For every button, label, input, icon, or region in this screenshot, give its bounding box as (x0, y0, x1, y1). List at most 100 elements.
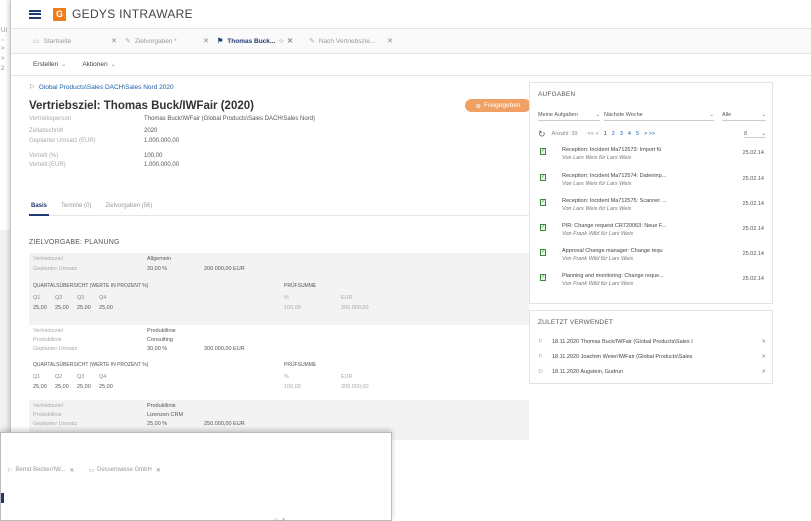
pager-page[interactable]: 5 (636, 131, 639, 137)
task-item[interactable]: ✓ Reception: Incident Ma712574: Dateninp… (538, 171, 766, 193)
page-size-value: 8 (744, 130, 748, 137)
recent-item[interactable]: ⚐ 18.11.2020 Joachim Weier/IWFair (Globa… (538, 350, 766, 364)
flag-icon: ⚐ (538, 354, 543, 360)
task-check-icon: ✓ (540, 224, 546, 231)
close-icon[interactable]: ✕ (761, 369, 766, 375)
block-value: Produktlinie (147, 403, 176, 409)
detail-subtabs: Basis Termine (0) Zielvorgaben (56) (29, 200, 529, 216)
task-period-filter[interactable]: Nächste Woche ⌄ (604, 109, 714, 121)
task-status-filter[interactable]: Alle ⌄ (722, 109, 766, 121)
tab-label: Thomas Buck... (227, 37, 276, 45)
planning-block: Vertriebsziel Produktlinie Produktlinie … (29, 325, 529, 400)
pager-next-button[interactable]: > >> (644, 131, 655, 137)
close-icon[interactable]: ✕ (156, 467, 161, 474)
task-item[interactable]: ✓ Reception: Incident Ma712573: Import f… (538, 145, 766, 167)
block-label: Geplanter Umsatz (33, 266, 78, 272)
release-label: Freigegeben (483, 102, 521, 109)
block-label: Produktlinie (33, 337, 62, 343)
detail-value: 1.000.000,00 (144, 162, 180, 168)
quarter-value: 25,00 (77, 305, 91, 311)
detail-value: 1.000.000,00 (144, 138, 180, 144)
release-status-button[interactable]: ⊕ Freigegeben (465, 99, 531, 112)
pager-prev-button[interactable]: << < (588, 131, 599, 137)
actions-button[interactable]: Aktionen ⌄ (82, 61, 115, 68)
edit-icon: ✎ (125, 38, 131, 45)
bg-fragment: > (1, 46, 5, 52)
task-date: 25.02.14 (742, 201, 764, 207)
chevron-down-icon: ⌄ (595, 111, 600, 118)
sum-value: 200.000,00 (341, 305, 369, 311)
task-subtitle: Von Lars Weis für Lars Weis (562, 206, 632, 212)
close-icon[interactable]: ✕ (111, 37, 117, 45)
star-icon[interactable]: ☆ (278, 37, 284, 45)
close-icon[interactable]: ✕ (203, 37, 209, 45)
recent-text: 18.11.2020 Joachim Weier/IWFair (Global … (552, 354, 693, 360)
block-value: Produktlinie (147, 328, 176, 334)
quarter-value: 25,00 (55, 384, 69, 390)
task-subtitle: Von Frank Wild für Lars Weis (562, 281, 634, 287)
pager-page[interactable]: 1 (604, 131, 607, 137)
task-owner-filter[interactable]: Meine Aufgaben ⌄ (538, 109, 600, 121)
flag-icon: ⚐ (538, 339, 543, 345)
detail-label: Geplanter Umsatz (EUR) (29, 138, 96, 144)
detail-label: Verteilt (%) (29, 153, 59, 159)
overlay-tab-bernd-becker[interactable]: ⚐ Bernd Becker/IW... ✕ (7, 467, 74, 474)
hamburger-menu-icon[interactable] (29, 9, 41, 19)
detail-label: Zeitabschnitt (29, 128, 64, 134)
task-item[interactable]: ✓ Planning and monitoring: Change reque.… (538, 271, 766, 293)
close-icon[interactable]: ✕ (387, 37, 393, 45)
quarter-label: Q4 (99, 374, 107, 380)
bg-fragment: UI (1, 28, 7, 34)
task-date: 25.02.14 (742, 150, 764, 156)
tab-nach-vertriebszie[interactable]: ✎ Nach Vertriebszie... ✕ (309, 31, 401, 51)
create-button[interactable]: Erstellen ⌄ (33, 61, 66, 68)
task-item[interactable]: ✓ PIR: Change request CR720063: Neue F..… (538, 221, 766, 243)
bg-fragment: ₌ (1, 37, 5, 43)
tasks-panel: AUFGABEN Meine Aufgaben ⌄ Nächste Woche … (529, 82, 773, 304)
tab-label: Startseite (43, 37, 72, 45)
task-item[interactable]: ✓ Approval Change manager: Change requ V… (538, 246, 766, 268)
pager-page[interactable]: 3 (620, 131, 623, 137)
subtab-basis[interactable]: Basis (29, 200, 50, 216)
subtab-zielvorgaben[interactable]: Zielvorgaben (56) (103, 200, 154, 216)
task-check-icon: ✓ (540, 174, 546, 181)
close-icon[interactable]: ✕ (761, 339, 766, 345)
recent-item[interactable]: ⚇ 18.11.2020 Augstein, Gudrun ✕ (538, 365, 766, 379)
task-title: PIR: Change request CR720063: Neue F... (562, 223, 667, 229)
logo-icon: G (53, 7, 66, 21)
task-subtitle: Von Lars Weis für Lars Weis (562, 181, 632, 187)
pager-page[interactable]: 2 (612, 131, 615, 137)
tab-label: Nach Vertriebszie... (318, 37, 376, 45)
sum-label: EUR (341, 295, 353, 301)
close-icon[interactable]: ✕ (287, 37, 293, 45)
subtab-termine[interactable]: Termine (0) (59, 200, 93, 216)
quarter-header: QUARTALSÜBERSICHT (WERTE IN PROZENT %) (33, 362, 149, 368)
breadcrumb[interactable]: ⚐ Global Products\Sales DACH\Sales Nord … (29, 83, 174, 92)
sum-label: % (284, 374, 289, 380)
create-label: Erstellen (33, 61, 59, 68)
tab-thomas-buck[interactable]: ⚑ Thomas Buck... ☆ ✕ (217, 31, 309, 51)
page-size-select[interactable]: 8 ⌄ (744, 131, 766, 138)
block-value: Lizenzen CRM (147, 412, 184, 418)
quarter-header: QUARTALSÜBERSICHT (WERTE IN PROZENT %) (33, 283, 149, 289)
document-icon: ▭ (33, 38, 40, 45)
recent-item[interactable]: ⚐ 18.11.2020 Thomas Buck/IWFair (Global … (538, 335, 766, 349)
block-label: Produktlinie (33, 412, 62, 418)
task-check-icon: ✓ (540, 249, 546, 256)
pager-page[interactable]: 4 (628, 131, 631, 137)
sum-label: EUR (341, 374, 353, 380)
edit-icon: ✎ (309, 38, 315, 45)
quarter-label: Q1 (33, 295, 41, 301)
task-date: 25.02.14 (742, 276, 764, 282)
close-icon[interactable]: ✕ (69, 467, 74, 474)
actions-label: Aktionen (82, 61, 108, 68)
refresh-icon[interactable]: ↻ (538, 129, 546, 140)
close-icon[interactable]: ✕ (761, 354, 766, 360)
task-item[interactable]: ✓ Reception: Incident Ma712575: Scanner … (538, 196, 766, 218)
tab-startseite[interactable]: ▭ Startseite ✕ (33, 31, 125, 51)
tab-zielvorgaben[interactable]: ✎ Zielvorgaben * ✕ (125, 31, 217, 51)
overlay-tab-company[interactable]: ▭ Dessenweise GmbH ✕ (88, 467, 160, 474)
filter-value: Meine Aufgaben (538, 111, 578, 118)
sum-value: 100,00 (284, 384, 301, 390)
task-date: 25.02.14 (742, 251, 764, 257)
